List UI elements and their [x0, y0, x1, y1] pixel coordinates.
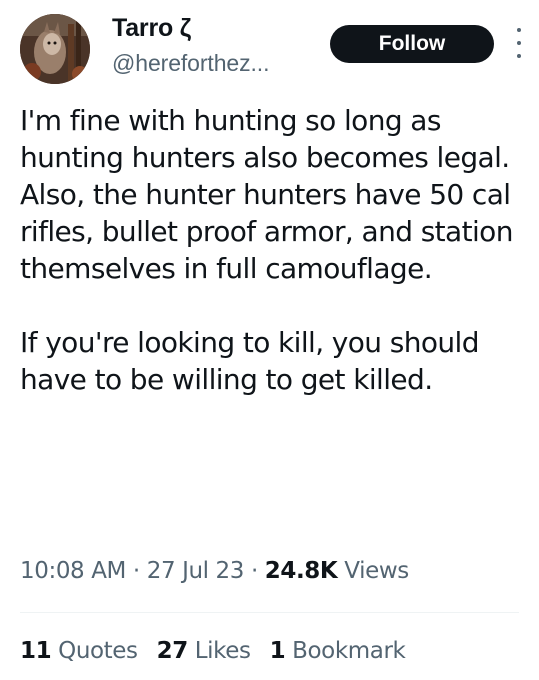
bookmarks-stat[interactable]: 1 Bookmark	[270, 638, 406, 664]
tweet-paragraph: I'm fine with hunting so long as hunting…	[20, 104, 513, 285]
tweet-date[interactable]: 27 Jul 23	[147, 558, 245, 584]
follow-button[interactable]: Follow	[330, 25, 494, 63]
tweet-time[interactable]: 10:08 AM	[20, 558, 126, 584]
likes-label: Likes	[187, 638, 251, 664]
divider	[20, 612, 519, 613]
quotes-label: Quotes	[51, 638, 138, 664]
quotes-stat[interactable]: 11 Quotes	[20, 638, 138, 664]
views-count[interactable]: 24.8K	[265, 558, 338, 584]
more-dot	[517, 41, 521, 45]
likes-stat[interactable]: 27 Likes	[157, 638, 251, 664]
more-dot	[517, 28, 521, 32]
more-vertical-icon[interactable]	[512, 28, 526, 58]
avatar[interactable]	[20, 14, 90, 84]
meta-separator: ·	[125, 558, 147, 584]
author-display-name[interactable]: Tarro ζ	[112, 14, 191, 43]
tweet-header: Tarro ζ @hereforthez... Follow	[0, 0, 539, 100]
tweet-paragraph: If you're looking to kill, you should ha…	[20, 326, 480, 396]
quotes-count: 11	[20, 638, 52, 664]
author-handle[interactable]: @hereforthez...	[112, 50, 269, 77]
tweet-body: I'm fine with hunting so long as hunting…	[20, 102, 525, 398]
tweet-meta: 10:08 AM · 27 Jul 23 · 24.8K Views	[20, 558, 525, 584]
likes-count: 27	[156, 638, 189, 664]
meta-separator: ·	[244, 558, 265, 584]
bookmarks-count: 1	[269, 638, 286, 664]
avatar-photo-icon	[20, 14, 90, 84]
tweet-stats: 11 Quotes 27 Likes 1 Bookmark	[20, 638, 525, 664]
views-label[interactable]: Views	[337, 558, 409, 584]
bookmarks-label: Bookmark	[285, 638, 406, 664]
more-dot	[517, 54, 521, 58]
